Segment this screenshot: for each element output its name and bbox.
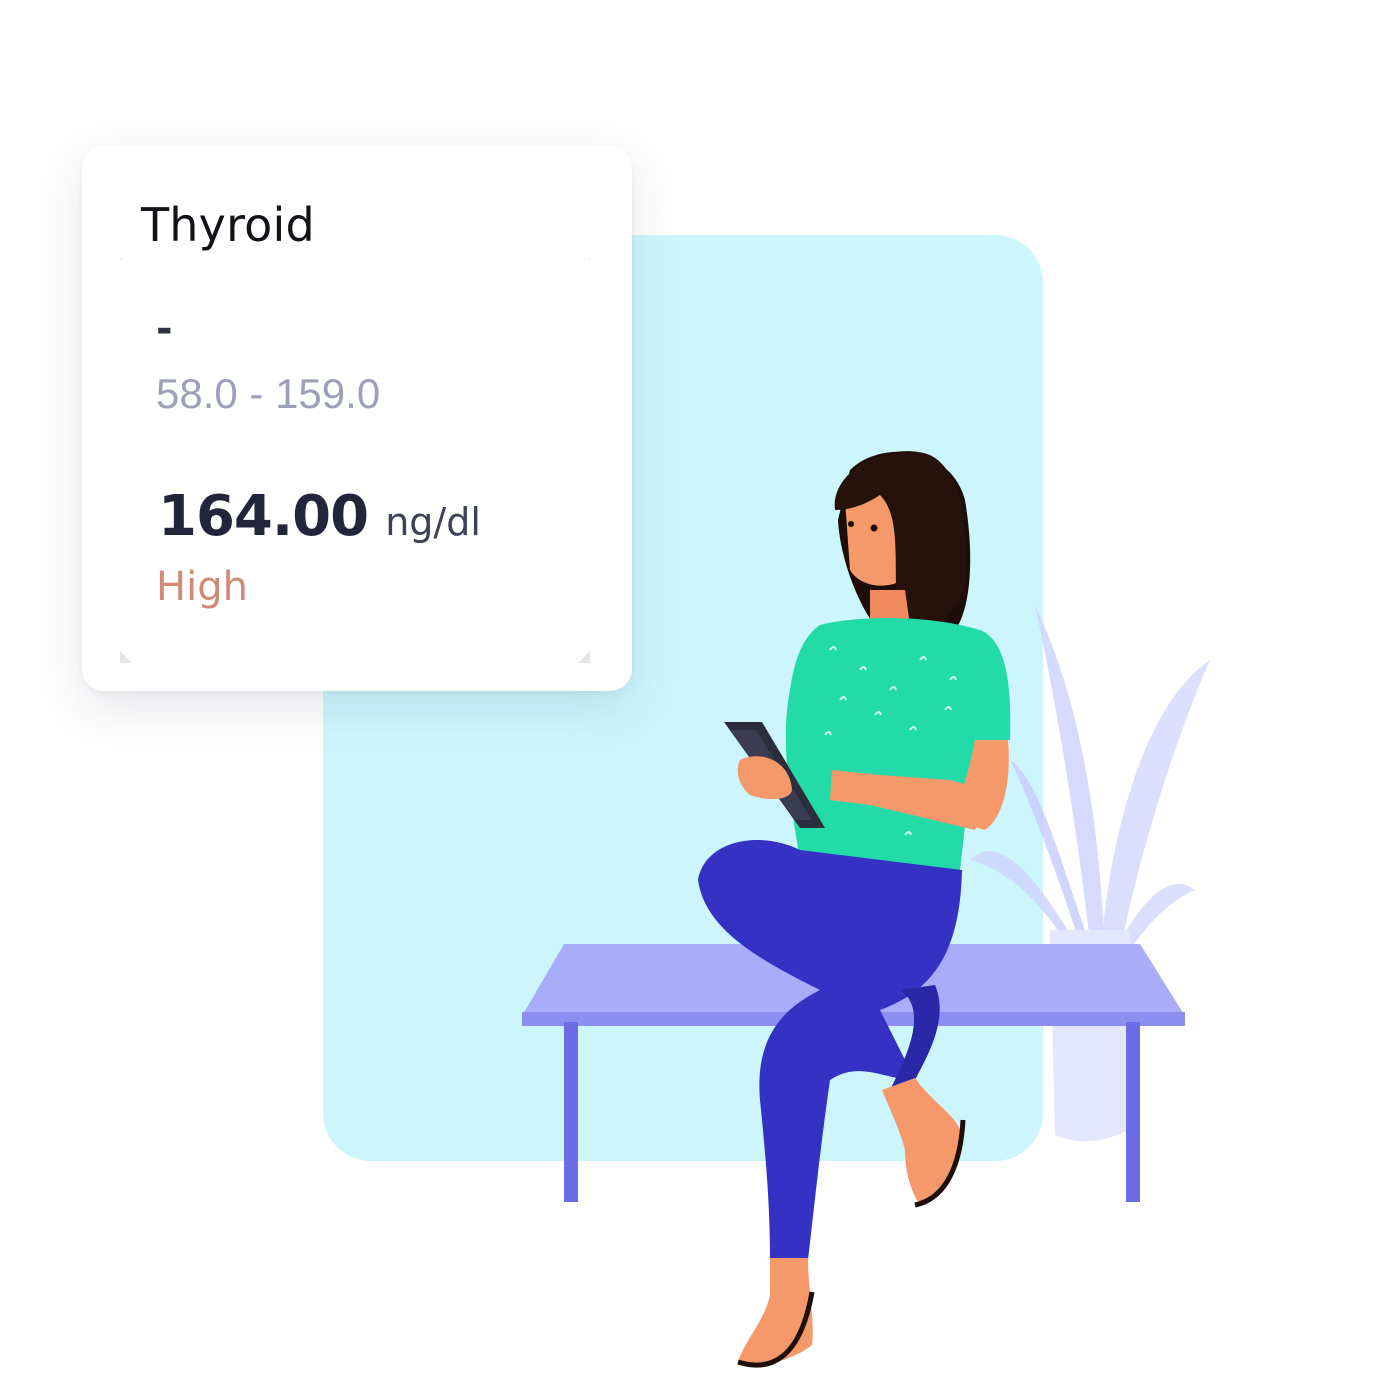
result-unit: ng/dl (385, 500, 481, 544)
reference-range: 58.0 - 159.0 (156, 370, 381, 417)
previous-value: - (156, 306, 173, 352)
card-corner (120, 258, 122, 260)
status-badge: High (156, 564, 248, 610)
card-content: - 58.0 - 159.0 164.00 ng/dl High (120, 258, 590, 663)
thyroid-result-card[interactable]: Thyroid - 58.0 - 159.0 164.00 ng/dl High (82, 146, 632, 691)
woman-illustration (698, 451, 1011, 1368)
card-corner (588, 258, 590, 260)
card-corner (120, 651, 132, 663)
card-title: Thyroid (141, 198, 315, 252)
card-corner (578, 651, 590, 663)
result-row: 164.00 ng/dl (158, 484, 481, 549)
result-value: 164.00 (158, 484, 369, 549)
